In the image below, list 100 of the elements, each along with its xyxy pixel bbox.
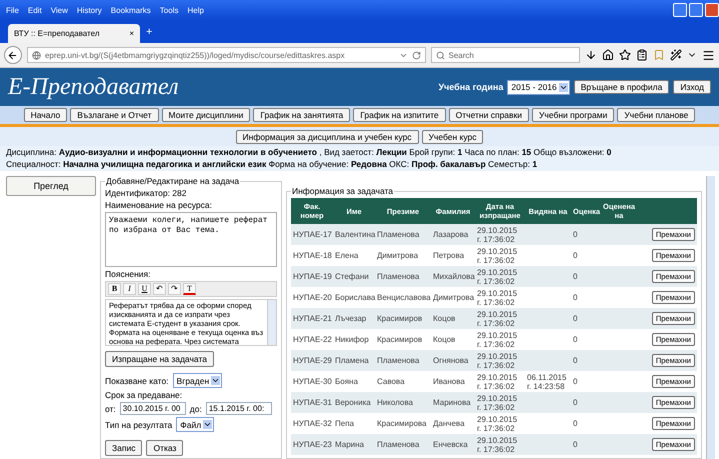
browser-tab[interactable]: ВТУ :: Е=преподавател × (8, 24, 140, 43)
table-cell-text: Пламенова (376, 440, 420, 449)
table-cell-text: Пламенова (376, 356, 420, 365)
format-button[interactable]: B (108, 282, 121, 295)
table-cell-text: Данчева (432, 419, 466, 428)
table-cell-text: 29.10.2015 г. 17:36:02 (476, 436, 518, 454)
dropdown-caret-icon[interactable] (211, 376, 220, 385)
field-label: Наименование на ресурса: (105, 200, 213, 210)
table-cell-text: НУПАЕ-21 (292, 314, 333, 323)
table-cell-text: Бояна (334, 377, 359, 386)
table-cell-text: 29.10.2015 г. 17:36:02 (476, 246, 518, 264)
table-cell-text: 0 (572, 314, 578, 323)
nav-button[interactable]: Учебни програми (532, 108, 614, 122)
table-cell-text: Енчевска (432, 440, 469, 449)
table-cell-text: 29.10.2015 г. 17:36:02 (476, 372, 518, 390)
format-button[interactable]: U (138, 282, 151, 295)
table-cell-text: НУПАЕ-19 (292, 272, 333, 281)
clipboard-icon[interactable] (636, 49, 648, 61)
table-cell-text: Михайлова (432, 272, 475, 281)
menu-item[interactable]: Tools (160, 6, 178, 14)
table-cell-text: Коцов (432, 314, 456, 323)
reload-icon[interactable] (412, 50, 421, 60)
table-cell-text: Иванова (432, 377, 466, 386)
menu-item[interactable]: View (50, 6, 68, 14)
send-button[interactable]: Изпращане на задачата (105, 351, 214, 367)
course-info: Специалност: Начална училищна педагогика и английски език Форма на обучение: Редовна ОКС: Проф. бакалавър Семестър: 1 (6, 159, 538, 169)
nav-button[interactable]: Отчетни справки (448, 108, 530, 122)
table-cell-text: 29.10.2015 г. 17:36:02 (476, 310, 518, 328)
close-button[interactable] (705, 3, 719, 17)
table-cell-text: НУПАЕ-32 (292, 419, 333, 428)
subnav-button[interactable]: Учебен курс (422, 130, 484, 144)
table-cell-text: Димитрова (432, 293, 475, 302)
table-cell-text: Петрова (432, 251, 466, 260)
dropdown-caret-icon[interactable] (203, 420, 212, 429)
wand-icon[interactable] (670, 49, 682, 61)
subnav-button[interactable]: Информация за дисциплина и учебен курс (236, 130, 418, 144)
table-cell-text: Маринова (432, 398, 472, 407)
header-button[interactable]: Изход (673, 80, 711, 94)
nav-button[interactable]: Моите дисциплини (162, 108, 250, 122)
table-cell-text: Пламена (334, 356, 370, 365)
table-cell-text: НУПАЕ-20 (292, 293, 333, 302)
format-button[interactable]: T (183, 282, 196, 295)
table-cell-text: 29.10.2015 г. 17:36:02 (476, 288, 518, 306)
form-button[interactable]: Запис (105, 440, 142, 456)
tab-close[interactable]: × (129, 29, 134, 38)
table-cell-text: Лъчезар (334, 314, 368, 323)
table-cell-text: Борислава (334, 293, 375, 302)
menu-item[interactable]: Edit (28, 6, 42, 14)
home-icon[interactable] (602, 49, 614, 61)
tab-title: ВТУ :: Е=преподавател (14, 29, 100, 38)
format-button[interactable]: I (123, 282, 136, 295)
menu-icon[interactable] (702, 48, 715, 62)
star-icon[interactable] (619, 49, 631, 61)
nav-button[interactable]: Учебни планове (617, 108, 696, 122)
dropdown-caret-icon[interactable] (558, 82, 568, 92)
menu-item[interactable]: Bookmarks (110, 6, 151, 14)
download-icon[interactable] (585, 49, 597, 61)
from-date-field[interactable]: 30.10.2015 г. 00 (120, 402, 186, 415)
search-field[interactable]: Search (430, 47, 580, 63)
result-type-select[interactable]: Файл (176, 417, 214, 432)
table-cell-text: 29.10.2015 г. 17:36:02 (476, 414, 518, 432)
menu-item[interactable]: File (6, 6, 19, 14)
view-button[interactable]: Преглед (6, 176, 96, 196)
nav-button[interactable]: Възлагане и Отчет (70, 108, 159, 122)
menu-item[interactable]: Help (187, 6, 204, 14)
name-textarea[interactable]: Уважаеми колеги, напишете реферат по избрана от Вас тема. (105, 212, 277, 267)
table-cell-text: 0 (572, 419, 578, 428)
format-button[interactable]: ↷ (168, 282, 181, 295)
new-tab-button[interactable]: + (146, 26, 152, 38)
table-cell-text: 29.10.2015 г. 17:36:02 (476, 352, 518, 370)
table-cell-text: 0 (572, 335, 578, 344)
form-legend: Добавяне/Редактиране на задача (105, 176, 240, 186)
year-label: Учебна година (438, 82, 504, 92)
table-cell-text: НУПАЕ-31 (292, 398, 333, 407)
table-cell-text: 29.10.2015 г. 17:36:02 (476, 226, 518, 244)
course-info: Дисциплина: Аудио-визуални и информационни технологии в обучението , Вид заетост: Лекции Брой групи: 1 Часа по план: 15 Общо възложени: 0 (6, 147, 612, 157)
field-label: Пояснения: (105, 268, 152, 279)
table-cell-text: НУПАЕ-30 (292, 377, 333, 386)
nav-button[interactable]: График на занятията (253, 108, 350, 122)
display-select[interactable]: Вграден (172, 373, 222, 388)
back-arrow-icon (7, 50, 18, 60)
table-cell-text: 0 (572, 398, 578, 407)
nav-button[interactable]: График на изпитите (353, 108, 446, 122)
table-cell-text: Елена (334, 251, 360, 260)
maximize-button[interactable] (689, 3, 703, 17)
to-date-field[interactable]: 15.1.2015 г. 00: (206, 402, 272, 415)
format-button[interactable]: ↶ (153, 282, 166, 295)
header-button[interactable]: Връщане в профила (574, 80, 670, 94)
table-cell-text: 0 (572, 293, 578, 302)
menu-item[interactable]: History (76, 6, 102, 14)
table-cell-text: 29.10.2015 г. 17:36:02 (476, 330, 518, 348)
year-select[interactable]: 2015 - 2016 (507, 80, 570, 94)
nav-button[interactable]: Начало (24, 108, 68, 122)
back-button[interactable] (4, 46, 22, 64)
scrollbar[interactable] (706, 176, 715, 459)
table-cell-text: НУПАЕ-22 (292, 335, 333, 344)
address-field[interactable]: eprep.uni-vt.bg/(S(j4etbmamgriygzqinqtiz255))/loged/mydisc/course/edittaskres.aspx (26, 47, 426, 63)
minimize-button[interactable] (673, 3, 687, 17)
form-button[interactable]: Отказ (146, 440, 184, 456)
table-cell-text: Лазарова (432, 230, 470, 239)
